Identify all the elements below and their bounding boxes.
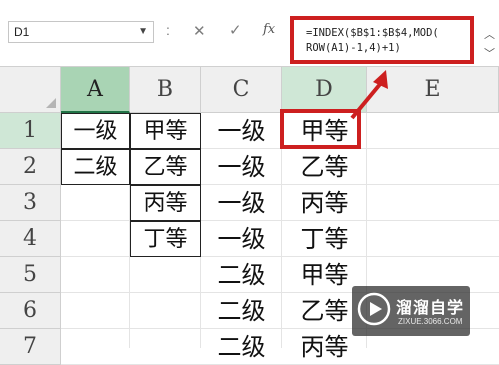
row-header-3[interactable]: 3 (0, 185, 61, 221)
column-header-a[interactable]: A (61, 67, 130, 113)
chevron-up-icon[interactable]: ︿ (484, 26, 495, 42)
cell-d4[interactable]: 丁等 (282, 221, 367, 257)
row-header-7[interactable]: 7 (0, 329, 61, 365)
cell-c3[interactable]: 一级 (201, 185, 282, 221)
watermark: 溜溜自学 ZIXUE.3066.COM (352, 286, 470, 336)
cell-e2[interactable] (367, 149, 499, 185)
cell-b2[interactable]: 乙等 (130, 149, 201, 185)
cell-a3[interactable] (61, 185, 130, 221)
row-header-4[interactable]: 4 (0, 221, 61, 257)
formula-text: =INDEX($B$1:$B$4,MOD( ROW(A1)-1,4)+1) (306, 27, 439, 54)
select-all-corner[interactable] (0, 67, 61, 113)
cell-c6[interactable]: 二级 (201, 293, 282, 329)
column-header-e[interactable]: E (367, 67, 499, 113)
cell-c1[interactable]: 一级 (201, 113, 282, 149)
watermark-subtitle: ZIXUE.3066.COM (398, 317, 463, 326)
cell-e3[interactable] (367, 185, 499, 221)
cell-a7[interactable] (61, 329, 130, 365)
chevron-down-icon[interactable]: ﹀ (484, 45, 495, 61)
formula-bar-separator: : (166, 22, 170, 38)
formula-toolbar: D1 ▼ : ✕ ✓ fx =INDEX($B$1:$B$4,MOD( ROW(… (0, 0, 499, 68)
cell-d3[interactable]: 丙等 (282, 185, 367, 221)
cell-c7[interactable]: 二级 (201, 329, 282, 365)
formula-input[interactable]: =INDEX($B$1:$B$4,MOD( ROW(A1)-1,4)+1) (290, 16, 474, 64)
cell-b1[interactable]: 甲等 (130, 113, 201, 149)
insert-function-icon[interactable]: fx (263, 22, 275, 37)
cell-b4[interactable]: 丁等 (130, 221, 201, 257)
column-header-d[interactable]: D (282, 67, 367, 113)
cell-a5[interactable] (61, 257, 130, 293)
name-box[interactable]: D1 ▼ (8, 21, 154, 43)
cell-a2[interactable]: 二级 (61, 149, 130, 185)
cell-e1[interactable] (367, 113, 499, 149)
cell-c4[interactable]: 一级 (201, 221, 282, 257)
cell-d2[interactable]: 乙等 (282, 149, 367, 185)
active-cell-highlight (280, 109, 361, 149)
cell-b5[interactable] (130, 257, 201, 293)
cell-c2[interactable]: 一级 (201, 149, 282, 185)
cell-b7[interactable] (130, 329, 201, 365)
cell-a1[interactable]: 一级 (61, 113, 130, 149)
cell-b3[interactable]: 丙等 (130, 185, 201, 221)
play-logo-icon (357, 292, 391, 326)
row-header-1[interactable]: 1 (0, 113, 61, 149)
enter-icon[interactable]: ✓ (229, 21, 242, 39)
row-header-5[interactable]: 5 (0, 257, 61, 293)
cell-b6[interactable] (130, 293, 201, 329)
cell-c5[interactable]: 二级 (201, 257, 282, 293)
watermark-title: 溜溜自学 (396, 300, 465, 317)
cancel-icon[interactable]: ✕ (193, 22, 206, 40)
row-header-6[interactable]: 6 (0, 293, 61, 329)
cell-e4[interactable] (367, 221, 499, 257)
name-box-value: D1 (14, 25, 30, 39)
column-header-b[interactable]: B (130, 67, 201, 113)
cell-a4[interactable] (61, 221, 130, 257)
column-header-c[interactable]: C (201, 67, 282, 113)
chevron-down-icon[interactable]: ▼ (138, 22, 148, 42)
cell-a6[interactable] (61, 293, 130, 329)
row-header-2[interactable]: 2 (0, 149, 61, 185)
